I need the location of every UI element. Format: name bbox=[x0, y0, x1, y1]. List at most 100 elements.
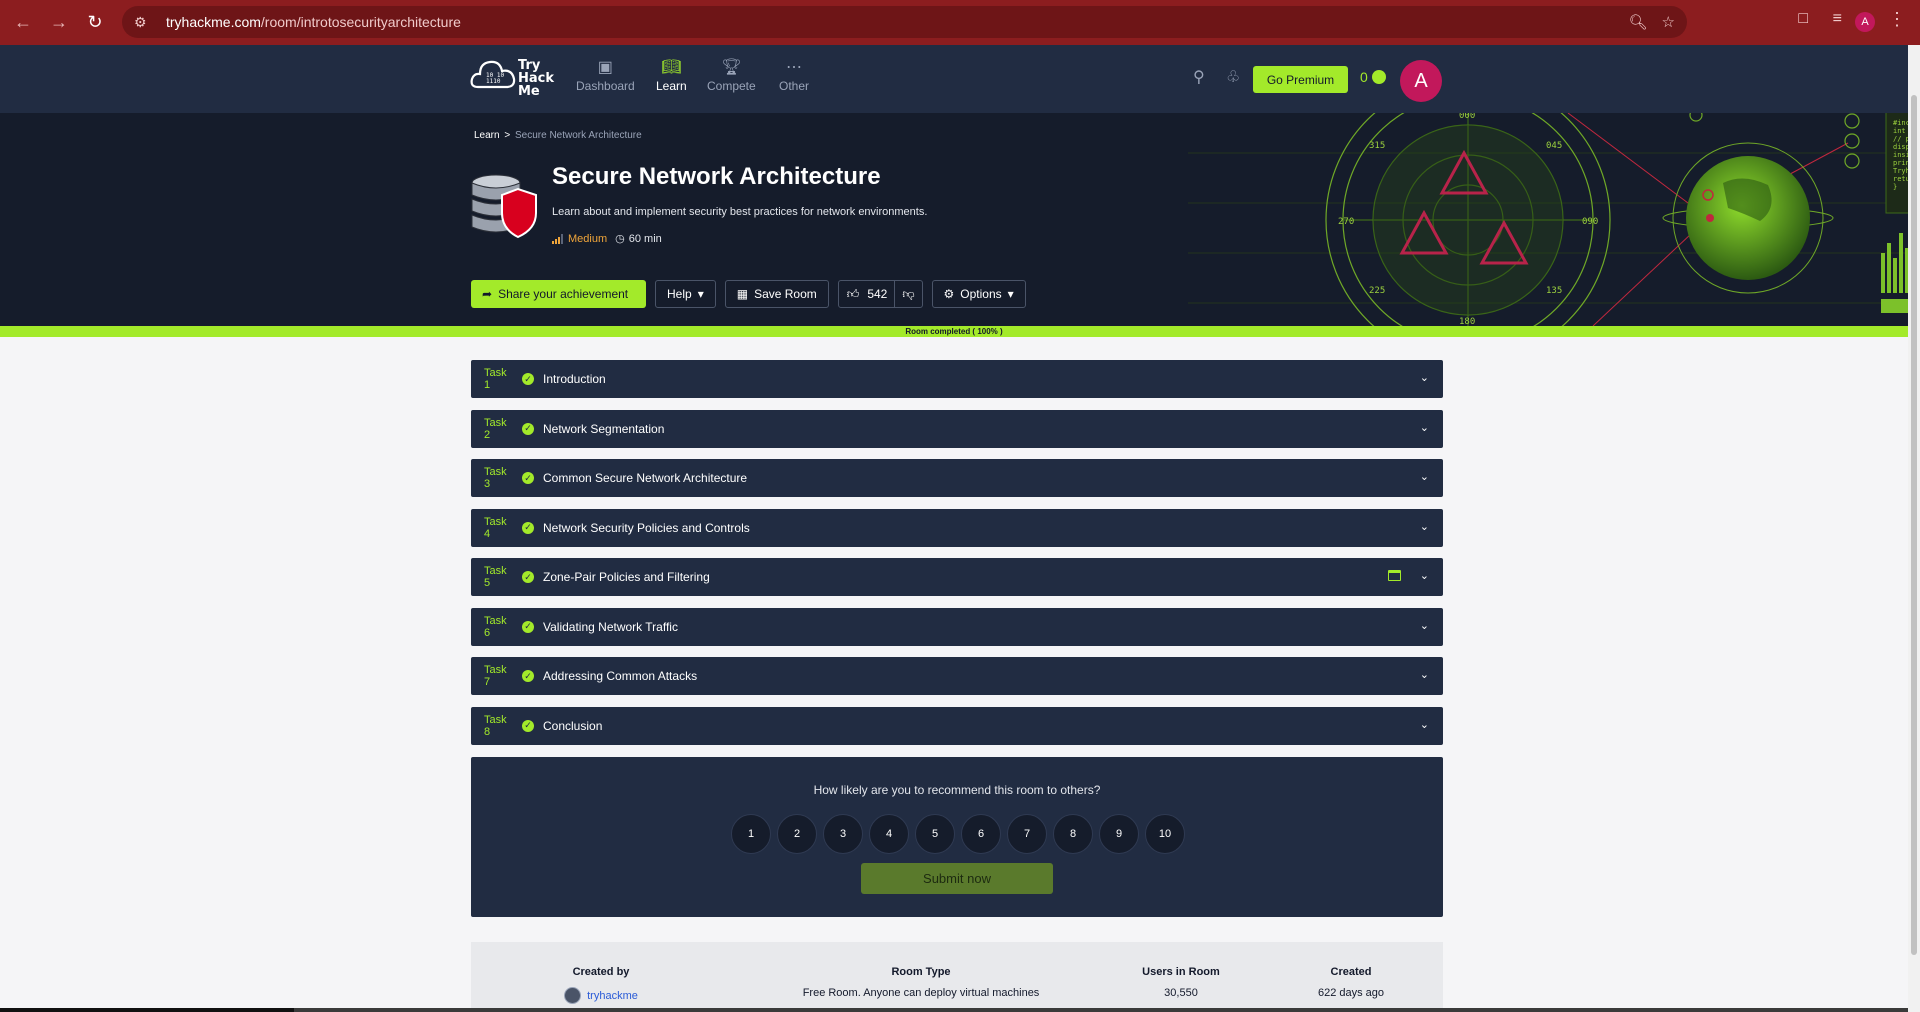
rating-option[interactable]: 9 bbox=[1099, 814, 1139, 854]
logo-wordmark: Try Hack Me bbox=[518, 58, 555, 99]
task-row[interactable]: Task 3 ✓ Common Secure Network Architect… bbox=[471, 459, 1443, 497]
breadcrumb-current: Secure Network Architecture bbox=[514, 130, 642, 141]
reload-icon[interactable]: ↻ bbox=[82, 10, 108, 36]
room-hero: 000 045 090 135 180 225 270 315 #inc int… bbox=[0, 113, 1908, 326]
cloud-logo-icon: 10 10 1110 bbox=[470, 60, 516, 89]
reading-list-icon[interactable]: ≡ bbox=[1833, 10, 1842, 28]
users-in-room: Users in Room 30,550 bbox=[1142, 966, 1220, 999]
task-row[interactable]: Task 7 ✓ Addressing Common Attacks ⌄ bbox=[471, 657, 1443, 695]
rating-option[interactable]: 3 bbox=[823, 814, 863, 854]
svg-text:1110: 1110 bbox=[486, 78, 501, 85]
chevron-down-icon[interactable]: ⌄ bbox=[1420, 718, 1429, 731]
chevron-down-icon[interactable]: ⌄ bbox=[1420, 421, 1429, 434]
extensions-icon[interactable]: □ bbox=[1798, 10, 1808, 28]
url-text[interactable]: tryhackme.com/room/introtosecurityarchit… bbox=[166, 14, 461, 30]
downvote-button[interactable]: 👎︎ bbox=[895, 287, 921, 302]
radar-label: 270 bbox=[1338, 217, 1354, 227]
room-progress-bar: Room completed ( 100% ) bbox=[0, 326, 1908, 337]
bookmark-star-icon[interactable]: ☆ bbox=[1662, 13, 1675, 31]
submit-rating-button[interactable]: Submit now bbox=[861, 863, 1053, 894]
recommend-panel: How likely are you to recommend this roo… bbox=[471, 757, 1443, 917]
browser-profile-avatar[interactable]: A bbox=[1855, 12, 1875, 32]
bottom-bar bbox=[0, 1008, 1908, 1012]
back-icon[interactable]: ← bbox=[10, 10, 36, 36]
gear-icon: ⚙ bbox=[943, 287, 955, 301]
check-icon: ✓ bbox=[522, 719, 534, 732]
rating-option[interactable]: 10 bbox=[1145, 814, 1185, 854]
room-meta: Medium ◷ 60 min bbox=[552, 232, 662, 245]
chevron-down-icon[interactable]: ⌄ bbox=[1420, 569, 1429, 582]
rating-option[interactable]: 6 bbox=[961, 814, 1001, 854]
chevron-down-icon[interactable]: ⌄ bbox=[1420, 470, 1429, 483]
notification-bell-icon[interactable]: ♧ bbox=[1226, 67, 1240, 87]
breadcrumb-learn-link[interactable]: Learn bbox=[474, 130, 500, 141]
check-icon: ✓ bbox=[522, 620, 534, 633]
chevron-down-icon[interactable]: ⌄ bbox=[1420, 371, 1429, 384]
nav-other[interactable]: ⋯ Other bbox=[779, 57, 809, 93]
book-icon: 📖︎ bbox=[661, 59, 682, 76]
task-row[interactable]: Task 4 ✓ Network Security Policies and C… bbox=[471, 508, 1443, 547]
search-icon[interactable]: ⚲ bbox=[1193, 67, 1205, 87]
nav-dashboard[interactable]: ▣ Dashboard bbox=[576, 57, 635, 93]
user-avatar[interactable]: A bbox=[1400, 60, 1442, 102]
upvote-button[interactable]: 👍︎ 542 bbox=[839, 281, 896, 307]
svg-text:#include <stdio.h>: #include <stdio.h> bbox=[1893, 119, 1908, 127]
rating-option[interactable]: 8 bbox=[1053, 814, 1093, 854]
task-row[interactable]: Task 1 ✓ Introduction ⌄ bbox=[471, 360, 1443, 398]
creator-avatar bbox=[564, 987, 582, 1004]
svg-text:return 0;: return 0; bbox=[1893, 175, 1908, 183]
machine-icon bbox=[1388, 570, 1401, 581]
browser-menu-icon[interactable]: ⋮ bbox=[1888, 9, 1906, 30]
site-info-icon[interactable]: ⚙ bbox=[134, 14, 156, 31]
rating-option[interactable]: 1 bbox=[731, 814, 771, 854]
radar-label: 045 bbox=[1546, 141, 1562, 151]
chevron-down-icon[interactable]: ⌄ bbox=[1420, 668, 1429, 681]
save-room-button[interactable]: ▦ Save Room bbox=[724, 280, 829, 308]
svg-text:inside quotation: inside quotation bbox=[1893, 151, 1908, 159]
room-description: Learn about and implement security best … bbox=[552, 206, 928, 218]
scrollbar-thumb[interactable] bbox=[1911, 95, 1917, 955]
room-actions: ➦ Share your achievement Help ▾ ▦ Save R… bbox=[471, 280, 1026, 308]
rating-option[interactable]: 4 bbox=[869, 814, 909, 854]
check-icon: ✓ bbox=[522, 472, 534, 484]
options-dropdown[interactable]: ⚙ Options ▾ bbox=[931, 280, 1026, 308]
nav-learn[interactable]: 📖︎ Learn bbox=[656, 57, 687, 93]
forward-icon[interactable]: → bbox=[46, 10, 72, 36]
vote-group: 👍︎ 542 👎︎ bbox=[837, 280, 923, 308]
radar-label: 225 bbox=[1369, 286, 1385, 296]
rating-option[interactable]: 2 bbox=[777, 814, 817, 854]
svg-text:displays the string: displays the string bbox=[1893, 143, 1908, 151]
check-icon: ✓ bbox=[522, 521, 534, 534]
task-row[interactable]: Task 5 ✓ Zone-Pair Policies and Filterin… bbox=[471, 558, 1443, 596]
zoom-icon[interactable]: 🔍︎ bbox=[1629, 13, 1648, 31]
progress-label: Room completed ( 100% ) bbox=[905, 327, 1003, 336]
task-row[interactable]: Task 6 ✓ Validating Network Traffic ⌄ bbox=[471, 607, 1443, 646]
go-premium-button[interactable]: Go Premium bbox=[1253, 66, 1348, 93]
chevron-down-icon[interactable]: ⌄ bbox=[1420, 619, 1429, 632]
chevron-down-icon[interactable]: ⌄ bbox=[1420, 520, 1429, 533]
radar-label: 135 bbox=[1546, 286, 1562, 296]
tryhackme-logo[interactable]: 10 10 1110 Try Hack Me bbox=[470, 51, 558, 107]
help-dropdown[interactable]: Help ▾ bbox=[655, 280, 716, 308]
share-achievement-button[interactable]: ➦ Share your achievement bbox=[471, 280, 646, 308]
dashboard-icon: ▣ bbox=[597, 59, 613, 76]
nav-compete[interactable]: 🏆︎ Compete bbox=[707, 57, 756, 93]
signal-bars-icon bbox=[552, 233, 563, 244]
address-bar[interactable]: ⚙ tryhackme.com/room/introtosecurityarch… bbox=[122, 6, 1687, 38]
difficulty-badge: Medium bbox=[552, 233, 607, 245]
task-row[interactable]: Task 2 ✓ Network Segmentation ⌄ bbox=[471, 409, 1443, 448]
svg-text:}: } bbox=[1893, 183, 1897, 191]
caret-down-icon: ▾ bbox=[697, 287, 704, 301]
rating-option[interactable]: 7 bbox=[1007, 814, 1047, 854]
task-row[interactable]: Task 8 ✓ Conclusion ⌄ bbox=[471, 706, 1443, 745]
caret-down-icon: ▾ bbox=[1007, 287, 1014, 301]
clock-icon: ◷ bbox=[615, 233, 625, 245]
recommend-question: How likely are you to recommend this roo… bbox=[813, 783, 1101, 797]
creator-link[interactable]: tryhackme bbox=[587, 990, 638, 1002]
rating-option[interactable]: 5 bbox=[915, 814, 955, 854]
check-icon: ✓ bbox=[522, 373, 534, 385]
thumbs-down-icon: 👎︎ bbox=[902, 286, 915, 301]
radar-label: 180 bbox=[1459, 317, 1475, 326]
streak-counter[interactable]: 0 bbox=[1360, 69, 1386, 85]
page-scrollbar[interactable] bbox=[1908, 45, 1920, 1012]
